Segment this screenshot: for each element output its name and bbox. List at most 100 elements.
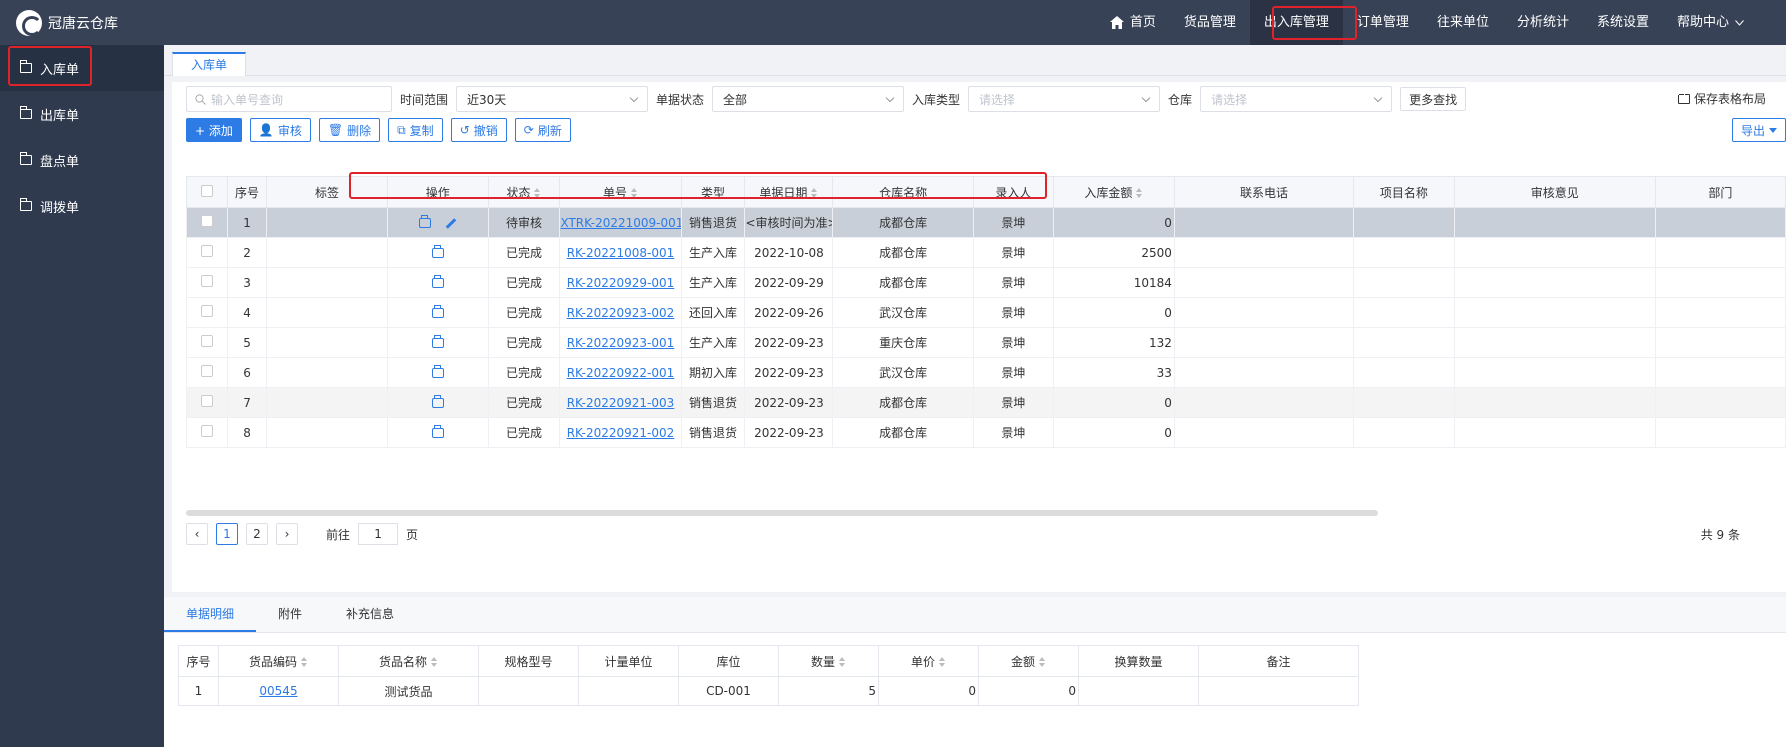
row-checkbox[interactable] [185,207,229,238]
print-icon[interactable] [418,215,431,228]
cell-warehouse: 成都仓库 [832,387,974,418]
nav-analytics[interactable]: 分析统计 [1503,0,1583,45]
tab-inbound[interactable]: 入库单 [172,52,247,76]
status-select[interactable]: 全部 [712,86,905,112]
print-icon[interactable] [431,425,444,438]
page-button[interactable]: 2 [246,523,268,545]
next-page-button[interactable]: › [276,523,298,545]
cell-project [1353,327,1455,358]
prev-page-button[interactable]: ‹ [186,523,208,545]
nav-orders[interactable]: 订单管理 [1343,0,1423,45]
sidebar-item-outbound[interactable]: 出库单 [0,91,164,137]
table-row[interactable]: 8 已完成 RK-20220921-002 销售退货 2022-09-23 成都… [185,417,1786,448]
sort-icon [431,657,438,667]
sidebar-item-stocktake[interactable]: 盘点单 [0,137,164,183]
table-row[interactable]: 2 已完成 RK-20221008-001 生产入库 2022-10-08 成都… [185,237,1786,268]
col-header-qty[interactable]: 数量 [778,645,879,677]
row-checkbox[interactable] [185,357,229,388]
print-icon[interactable] [431,245,444,258]
print-icon[interactable] [431,365,444,378]
horizontal-scrollbar[interactable] [186,510,1378,516]
cell-project [1353,417,1455,448]
range-select[interactable]: 近30天 [456,86,649,112]
cell-tag [265,387,389,418]
delete-button[interactable]: 🗑 删除 [318,118,381,142]
col-header-goods-code[interactable]: 货品编码 [218,645,339,677]
select-all-checkbox[interactable] [185,176,229,208]
col-header-goods-name[interactable]: 货品名称 [338,645,479,677]
nav-partners[interactable]: 往来单位 [1423,0,1503,45]
page-button[interactable]: 1 [216,523,238,545]
row-checkbox[interactable] [185,387,229,418]
order-link[interactable]: XTRK-20221009-001 [561,216,680,230]
tab-attachments[interactable]: 附件 [256,596,324,632]
table-row[interactable]: 5 已完成 RK-20220923-001 生产入库 2022-09-23 重庆… [185,327,1786,358]
cell-status: 已完成 [487,237,561,268]
print-icon[interactable] [431,335,444,348]
nav-home[interactable]: 首页 [1096,0,1170,45]
type-select[interactable]: 请选择 [968,86,1161,112]
goto-page-input[interactable]: 1 [358,523,399,545]
edit-icon[interactable] [445,217,457,229]
table-row[interactable]: 1 待审核 XTRK-20221009-001 销售退货 <审核时间为准> 成都… [185,207,1786,238]
sidebar-item-inbound[interactable]: 入库单 [0,45,164,91]
nav-settings[interactable]: 系统设置 [1583,0,1663,45]
nav-help[interactable]: 帮助中心 [1663,0,1758,45]
col-header-code[interactable]: 单号 [559,176,682,208]
tab-detail-items[interactable]: 单据明细 [164,596,257,632]
cell-warehouse: 成都仓库 [832,267,974,298]
revoke-button[interactable]: ↺ 撤销 [450,118,507,142]
cell-type: 还回入库 [680,297,746,328]
cell-type: 期初入库 [680,357,746,388]
col-header-price[interactable]: 单价 [878,645,979,677]
col-header-amount[interactable]: 入库金额 [1052,176,1175,208]
export-button[interactable]: 导出 [1731,118,1786,142]
cell-remark [1453,417,1656,448]
print-icon[interactable] [431,275,444,288]
warehouse-select[interactable]: 请选择 [1200,86,1393,112]
order-link[interactable]: RK-20221008-001 [567,246,675,260]
sidebar-item-transfer[interactable]: 调拨单 [0,183,164,229]
cell-type: 销售退货 [680,207,746,238]
table-row[interactable]: 1 00545 测试货品 CD-001 5 0 0 [178,676,1359,706]
cell-remark [1453,357,1656,388]
table-row[interactable]: 3 已完成 RK-20220929-001 生产入库 2022-09-29 成都… [185,267,1786,298]
order-link[interactable]: RK-20220921-002 [567,426,675,440]
table-row[interactable]: 6 已完成 RK-20220922-001 期初入库 2022-09-23 武汉… [185,357,1786,388]
more-search-button[interactable]: 更多查找 [1400,87,1467,111]
print-icon[interactable] [431,305,444,318]
row-checkbox[interactable] [185,267,229,298]
add-button[interactable]: + 添加 [186,118,242,142]
nav-inout[interactable]: 出入库管理 [1249,0,1343,45]
nav-goods[interactable]: 货品管理 [1170,0,1250,45]
col-header-amount[interactable]: 金额 [978,645,1079,677]
refresh-button[interactable]: ⟳ 刷新 [514,118,571,142]
search-input[interactable]: 输入单号查询 [186,86,392,112]
table-row[interactable]: 7 已完成 RK-20220921-003 销售退货 2022-09-23 成都… [185,387,1786,418]
row-checkbox[interactable] [185,237,229,268]
table-row[interactable]: 4 已完成 RK-20220923-002 还回入库 2022-09-26 武汉… [185,297,1786,328]
col-header: 审核意见 [1453,176,1656,208]
row-checkbox[interactable] [185,297,229,328]
cell-amount: 0 [1052,297,1175,328]
cell-no: 7 [227,387,267,418]
col-header-status[interactable]: 状态 [487,176,561,208]
order-link[interactable]: RK-20220923-002 [567,306,675,320]
order-link[interactable]: RK-20220922-001 [567,366,675,380]
detail-tabs: 单据明细 附件 补充信息 [164,597,1786,633]
order-link[interactable]: RK-20220929-001 [567,276,675,290]
tab-extra-info[interactable]: 补充信息 [324,596,416,632]
audit-button[interactable]: 👤 审核 [249,118,311,142]
goods-link[interactable]: 00545 [259,684,297,698]
app-logo[interactable]: 冠唐云仓库 [16,10,118,36]
copy-button[interactable]: ⧉ 复制 [388,118,443,142]
order-link[interactable]: RK-20220921-003 [567,396,675,410]
save-layout-button[interactable]: 保存表格布局 [1677,90,1766,107]
order-link[interactable]: RK-20220923-001 [567,336,675,350]
search-icon [195,94,206,105]
row-checkbox[interactable] [185,327,229,358]
folder-icon [20,106,32,119]
col-header-date[interactable]: 单据日期 [744,176,834,208]
print-icon[interactable] [431,395,444,408]
row-checkbox[interactable] [185,417,229,448]
